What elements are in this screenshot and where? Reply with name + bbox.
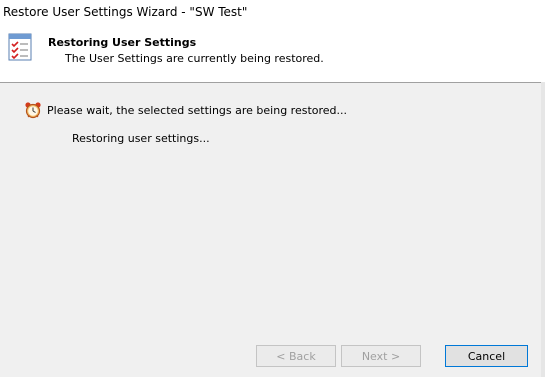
back-button[interactable]: < Back — [256, 345, 336, 367]
wizard-header: Restoring User Settings The User Setting… — [0, 26, 545, 83]
title-bar: Restore User Settings Wizard - "SW Test" — [0, 0, 545, 26]
window-title: Restore User Settings Wizard - "SW Test" — [3, 5, 248, 19]
wait-message: Please wait, the selected settings are b… — [47, 104, 348, 117]
header-subtitle: The User Settings are currently being re… — [65, 52, 324, 65]
checklist-icon — [8, 33, 32, 61]
wizard-window: Restore User Settings Wizard - "SW Test"… — [0, 0, 545, 377]
window-edge — [541, 82, 545, 377]
header-title: Restoring User Settings — [48, 36, 197, 49]
status-text: Restoring user settings... — [72, 132, 210, 145]
alarm-clock-icon — [24, 101, 42, 119]
next-button[interactable]: Next > — [341, 345, 421, 367]
cancel-button[interactable]: Cancel — [445, 345, 528, 367]
